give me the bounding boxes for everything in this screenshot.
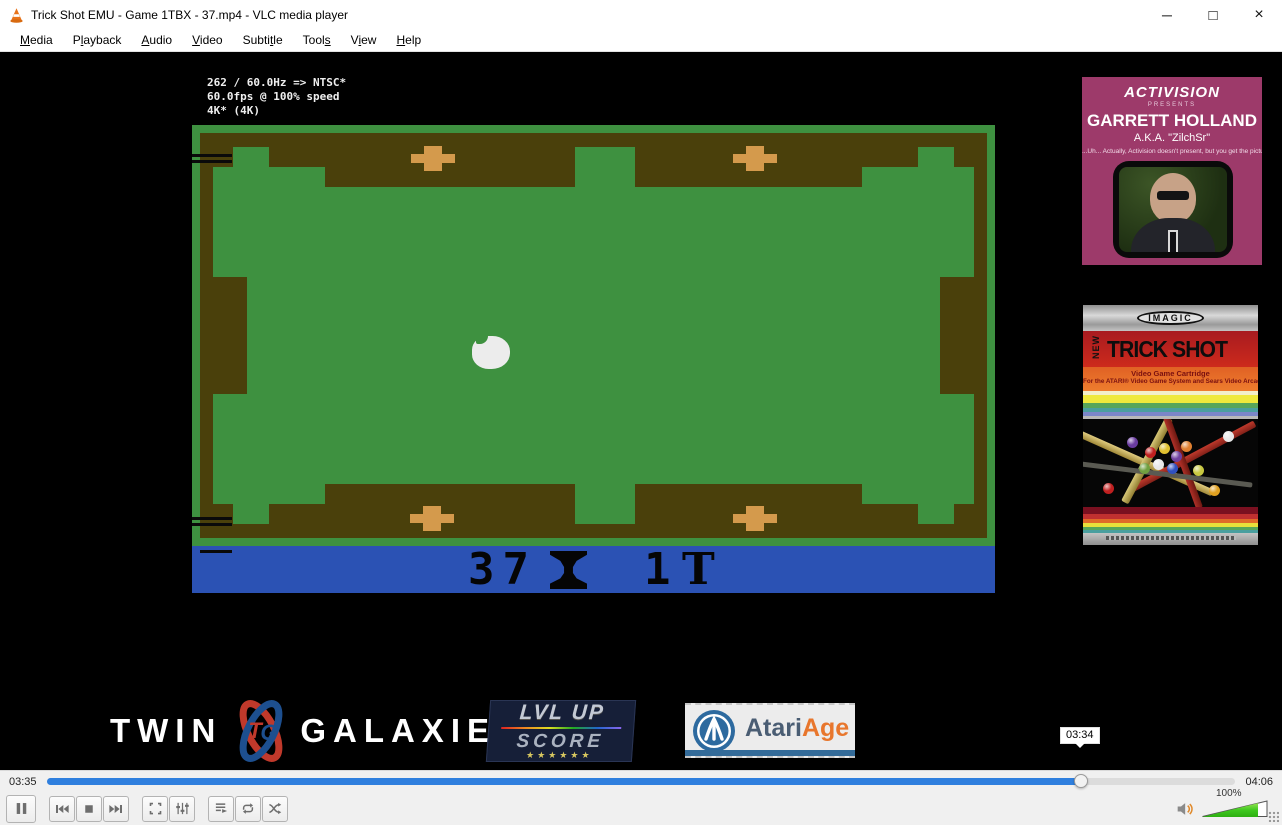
menu-tools[interactable]: Tools <box>293 31 341 50</box>
rainbow-bar <box>501 727 621 729</box>
menu-video[interactable]: Video <box>182 31 232 50</box>
seek-handle[interactable] <box>1074 774 1088 788</box>
volume-fill <box>1202 800 1258 817</box>
menu-view[interactable]: View <box>341 31 387 50</box>
pause-button[interactable] <box>6 795 36 823</box>
minimize-button[interactable]: ─ <box>1144 0 1190 30</box>
twin-galaxies-logo: TWIN T G GALAXIES <box>110 700 462 762</box>
trick-shot-box-art: IMAGIC NEW TRICK SHOT Video Game Cartrid… <box>1083 305 1258 553</box>
lvlup-score-logo: LVL UP SCORE ★★★★★★ <box>486 700 636 762</box>
twin-galaxies-atom-icon: T G <box>224 698 298 764</box>
player-name: GARRETT HOLLAND <box>1082 111 1262 131</box>
player-score: 1 <box>644 546 671 593</box>
vlc-cone-icon <box>8 7 25 24</box>
cue-stick <box>192 160 232 163</box>
menu-subtitle[interactable]: Subtitle <box>233 31 293 50</box>
stars: ★★★★★★ <box>526 750 593 761</box>
seek-fill <box>47 778 1081 785</box>
menu-audio[interactable]: Audio <box>131 31 182 50</box>
total-time: 04:06 <box>1245 776 1273 788</box>
atariage-fuji-icon <box>691 708 737 754</box>
atariage-logo: AtariAge <box>685 703 855 758</box>
seek-row: 03:35 04:06 <box>0 770 1282 792</box>
cue-ball <box>472 336 510 369</box>
rail-marker-icon <box>733 146 777 171</box>
box-title: TRICK SHOT <box>1107 336 1227 363</box>
volume-label: 100% <box>1216 788 1242 799</box>
equalizer-icon <box>175 801 190 816</box>
seek-bar[interactable] <box>47 778 1236 785</box>
maximize-button[interactable]: □ <box>1190 0 1236 30</box>
stop-button[interactable] <box>76 796 102 822</box>
loop-icon <box>240 801 256 816</box>
speaker-icon[interactable] <box>1176 801 1196 817</box>
next-button[interactable] <box>103 796 129 822</box>
stop-icon <box>83 803 95 815</box>
player-photo <box>1113 161 1233 258</box>
fullscreen-icon <box>148 801 163 816</box>
shuffle-button[interactable] <box>262 796 288 822</box>
resize-grip[interactable] <box>1268 811 1279 822</box>
video-area[interactable]: 262 / 60.0Hz => NTSC* 60.0fps @ 100% spe… <box>0 52 1282 770</box>
next-icon <box>108 803 124 815</box>
cue-stick <box>192 523 232 526</box>
box-fine-print <box>1106 536 1236 540</box>
playlist-button[interactable] <box>208 796 234 822</box>
atariage-strip <box>685 750 855 756</box>
cue-stick <box>192 154 232 157</box>
volume-slider[interactable]: 100% <box>1202 800 1268 817</box>
menu-media[interactable]: Media <box>10 31 63 50</box>
emulator-osd-text: 262 / 60.0Hz => NTSC* 60.0fps @ 100% spe… <box>207 76 346 118</box>
title-bar[interactable]: Trick Shot EMU - Game 1TBX - 37.mp4 - VL… <box>0 0 1282 30</box>
previous-button[interactable] <box>49 796 75 822</box>
fullscreen-button[interactable] <box>142 796 168 822</box>
menu-bar: Media Playback Audio Video Subtitle Tool… <box>0 30 1282 52</box>
game-screen: 37 1 T <box>192 125 995 593</box>
rail-marker-icon <box>733 506 777 531</box>
player-indicator: T <box>682 546 715 593</box>
imagic-logo: IMAGIC <box>1137 311 1204 325</box>
score-band: 37 1 T <box>192 546 995 593</box>
seek-time-tooltip: 03:34 <box>1060 727 1100 744</box>
volume-cluster: 100% <box>1176 792 1268 825</box>
trophy-icon <box>550 551 587 589</box>
activision-wordmark: ACTIVISION <box>1082 84 1262 101</box>
rail-marker-icon <box>410 506 454 531</box>
pause-icon <box>14 801 29 816</box>
extended-settings-button[interactable] <box>169 796 195 822</box>
shuffle-icon <box>267 801 283 816</box>
score-value: 37 <box>468 546 537 593</box>
menu-playback[interactable]: Playback <box>63 31 132 50</box>
activision-card: ACTIVISION PRESENTS GARRETT HOLLAND A.K.… <box>1082 77 1262 265</box>
close-button[interactable]: × <box>1236 0 1282 30</box>
menu-help[interactable]: Help <box>386 31 431 50</box>
elapsed-time: 03:35 <box>9 776 37 788</box>
loop-button[interactable] <box>235 796 261 822</box>
table-felt <box>247 187 940 484</box>
controls-row: 100% <box>0 792 1282 825</box>
vlc-window: Trick Shot EMU - Game 1TBX - 37.mp4 - VL… <box>0 0 1282 825</box>
rail-marker-icon <box>411 146 455 171</box>
window-title: Trick Shot EMU - Game 1TBX - 37.mp4 - VL… <box>31 8 348 22</box>
playlist-icon <box>214 801 229 816</box>
box-photo-pool-balls <box>1083 419 1258 507</box>
previous-icon <box>54 803 70 815</box>
cue-stick <box>192 517 232 520</box>
sunglasses <box>1157 191 1189 200</box>
